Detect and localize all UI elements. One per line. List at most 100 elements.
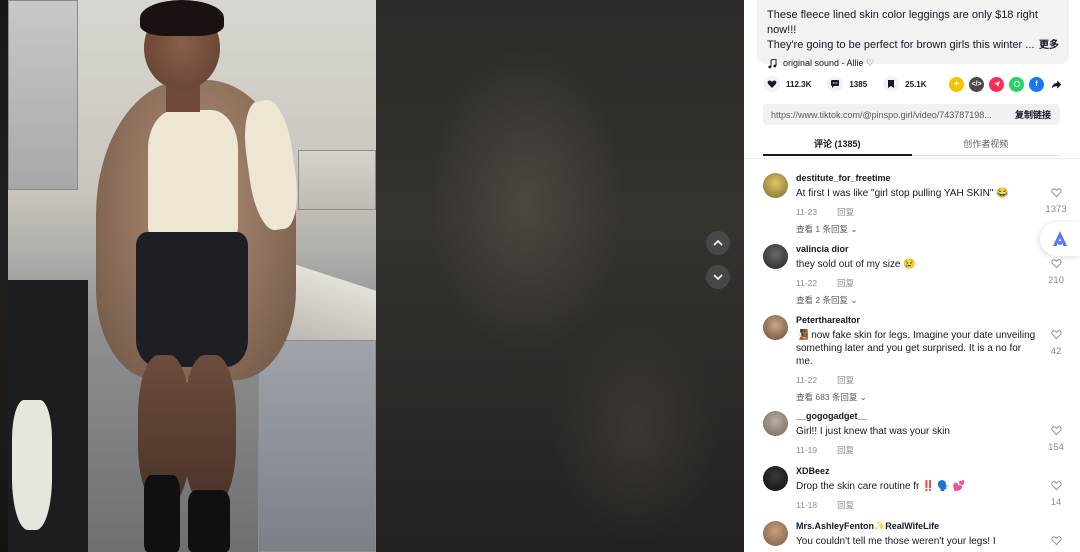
comment-username[interactable]: Mrs.AshleyFenton✨RealWifeLife bbox=[796, 521, 1036, 532]
hair bbox=[140, 0, 224, 36]
comment-list[interactable]: destitute_for_freetime At first I was li… bbox=[744, 158, 1080, 552]
right-boot bbox=[188, 490, 230, 552]
heart-icon bbox=[764, 76, 780, 92]
comment-like-count: 42 bbox=[1050, 346, 1062, 357]
comment-date: 11-22 bbox=[796, 375, 818, 385]
video-frame[interactable] bbox=[8, 0, 376, 552]
black-skirt bbox=[136, 232, 248, 367]
video-blurred-background bbox=[376, 0, 744, 552]
avatar[interactable] bbox=[763, 315, 788, 340]
comment-meta: 11-22 回复 bbox=[796, 374, 1036, 386]
tiktok-friends-icon[interactable]: ✦ bbox=[949, 76, 964, 92]
send-icon[interactable] bbox=[989, 76, 1004, 92]
more-button[interactable]: 更多 bbox=[1039, 38, 1059, 53]
whatsapp-icon[interactable] bbox=[1009, 76, 1024, 92]
comment-like-count: 14 bbox=[1050, 497, 1062, 508]
avatar[interactable] bbox=[763, 466, 788, 491]
oven-mitt bbox=[12, 400, 52, 530]
video-link-url[interactable]: https://www.tiktok.com/@pinspo.girl/vide… bbox=[771, 110, 1001, 120]
bookmark-icon bbox=[883, 76, 900, 92]
view-replies-button[interactable]: 查看 1 条回复 ⌄ bbox=[796, 223, 1036, 235]
previous-video-button[interactable] bbox=[706, 231, 730, 255]
reply-button[interactable]: 回复 bbox=[837, 500, 854, 510]
share-arrow-icon[interactable] bbox=[1049, 77, 1064, 92]
comment-text: they sold out of my size 😢 bbox=[796, 259, 916, 270]
panel-tabs: 评论 (1385) 创作者视频 bbox=[763, 134, 1060, 156]
comment-username[interactable]: destitute_for_freetime bbox=[796, 173, 1036, 184]
app-window: These fleece lined skin color leggings a… bbox=[0, 0, 1080, 552]
upper-cabinet bbox=[8, 0, 78, 190]
comment-text: 🧏🏾 now fake skin for legs. Imagine your … bbox=[796, 330, 1036, 367]
comment-username[interactable]: valincia dior bbox=[796, 244, 1036, 255]
comment-button[interactable]: 1385 bbox=[827, 76, 867, 92]
comment-text: Drop the skin care routine fr ‼️ 🗣️ 💕 bbox=[796, 481, 966, 492]
comment-text: Girl!! I just knew that was your skin bbox=[796, 426, 950, 437]
video-player[interactable] bbox=[0, 0, 744, 552]
left-boot bbox=[144, 475, 180, 552]
comment-icon bbox=[827, 76, 844, 92]
save-button[interactable]: 25.1K bbox=[883, 76, 927, 92]
reply-button[interactable]: 回复 bbox=[837, 207, 854, 217]
comment-like-count: 210 bbox=[1048, 275, 1064, 286]
comment-like-button[interactable]: 210 bbox=[1036, 256, 1076, 286]
reply-button[interactable]: 回复 bbox=[837, 278, 854, 288]
comment-username[interactable]: Petertharealtor bbox=[796, 315, 1036, 326]
comment-like-count: 154 bbox=[1048, 442, 1064, 453]
comment-text: You couldn't tell me those weren't your … bbox=[796, 536, 996, 547]
heart-outline-icon bbox=[1050, 536, 1062, 546]
comment-like-button[interactable] bbox=[1036, 533, 1076, 551]
cream-top bbox=[148, 110, 238, 240]
comment-username[interactable]: XDBeez bbox=[796, 466, 1036, 477]
right-leg bbox=[184, 355, 236, 505]
save-count: 25.1K bbox=[905, 79, 927, 89]
comment-meta: 11-19 回复 bbox=[796, 444, 1036, 456]
lower-cabinet bbox=[258, 340, 376, 552]
tab-comments[interactable]: 评论 (1385) bbox=[763, 134, 912, 156]
heart-outline-icon bbox=[1050, 259, 1062, 269]
action-bar: 112.3K 1385 25.1K ✦ </> f bbox=[764, 74, 1074, 94]
chevron-up-icon bbox=[713, 239, 723, 246]
facebook-icon[interactable]: f bbox=[1029, 76, 1044, 92]
avatar[interactable] bbox=[763, 244, 788, 269]
chevron-down-icon bbox=[713, 274, 723, 281]
comment-text: At first I was like "girl stop pulling Y… bbox=[796, 188, 1009, 199]
avatar[interactable] bbox=[763, 411, 788, 436]
sound-link[interactable]: original sound - Allie ♡ bbox=[767, 58, 1059, 69]
description-line-2-row: They're going to be perfect for brown gi… bbox=[767, 38, 1059, 53]
like-count: 112.3K bbox=[786, 79, 812, 89]
comment-date: 11-18 bbox=[796, 500, 818, 510]
copy-link-button[interactable]: 复制链接 bbox=[1015, 108, 1051, 121]
comment-like-button[interactable]: 1373 bbox=[1036, 185, 1076, 215]
video-link-box: https://www.tiktok.com/@pinspo.girl/vide… bbox=[763, 104, 1060, 125]
avatar[interactable] bbox=[763, 173, 788, 198]
comment-meta: 11-18 回复 bbox=[796, 499, 1036, 511]
like-button[interactable]: 112.3K bbox=[764, 76, 811, 92]
heart-outline-icon bbox=[1050, 426, 1062, 436]
view-replies-button[interactable]: 查看 683 条回复 ⌄ bbox=[796, 391, 1036, 403]
assistant-logo-icon bbox=[1053, 231, 1067, 246]
avatar[interactable] bbox=[763, 521, 788, 546]
comment-like-button[interactable]: 14 bbox=[1036, 478, 1076, 508]
comment-date: 11-19 bbox=[796, 445, 818, 455]
comment-date: 11-22 bbox=[796, 278, 818, 288]
comment-meta: 11-23 回复 bbox=[796, 206, 1036, 218]
view-replies-button[interactable]: 查看 2 条回复 ⌄ bbox=[796, 294, 1036, 306]
reply-button[interactable]: 回复 bbox=[837, 375, 854, 385]
video-description-card: These fleece lined skin color leggings a… bbox=[757, 0, 1069, 68]
next-video-button[interactable] bbox=[706, 265, 730, 289]
comment-username[interactable]: __gogogadget__ bbox=[796, 411, 1036, 422]
tab-creator-videos[interactable]: 创作者视频 bbox=[911, 134, 1060, 156]
comment-meta: 11-22 回复 bbox=[796, 277, 1036, 289]
right-cabinet bbox=[298, 150, 376, 210]
reply-button[interactable]: 回复 bbox=[837, 445, 854, 455]
comment-count: 1385 bbox=[849, 79, 868, 89]
description-line-1: These fleece lined skin color leggings a… bbox=[767, 9, 1038, 36]
embed-icon[interactable]: </> bbox=[969, 76, 984, 92]
comment-like-button[interactable]: 154 bbox=[1036, 423, 1076, 453]
assistant-float-button[interactable] bbox=[1040, 222, 1080, 256]
sound-label: original sound - Allie ♡ bbox=[783, 58, 875, 68]
heart-outline-icon bbox=[1050, 481, 1062, 491]
share-icons: ✦ </> f bbox=[944, 76, 1064, 92]
comment-like-button[interactable]: 42 bbox=[1036, 327, 1076, 357]
description-line-2: They're going to be perfect for brown gi… bbox=[767, 39, 1035, 51]
